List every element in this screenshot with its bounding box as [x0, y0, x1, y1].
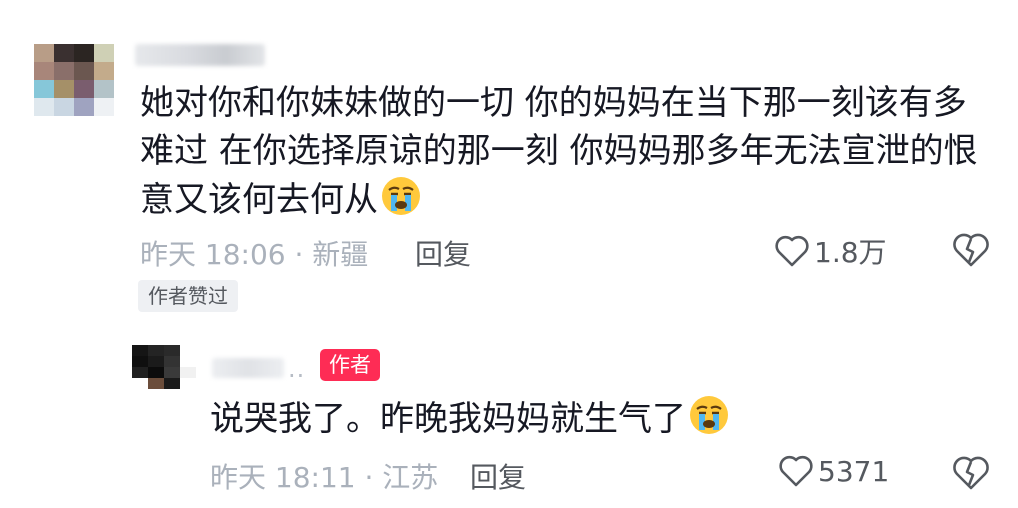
crying-face-icon	[380, 175, 422, 217]
crying-face-icon	[688, 394, 730, 436]
like-count: 5371	[818, 454, 890, 488]
reply-text: 说哭我了。昨晚我妈妈就生气了	[210, 394, 990, 443]
broken-heart-icon	[952, 232, 990, 268]
broken-heart-icon	[952, 455, 990, 491]
reply-time-location: 昨天 18:11 · 江苏	[210, 461, 439, 494]
like-count: 1.8万	[814, 236, 887, 269]
avatar[interactable]	[132, 345, 196, 389]
username-blurred[interactable]	[212, 358, 284, 378]
dislike-button[interactable]	[952, 232, 990, 268]
reply-button[interactable]: 回复	[470, 456, 526, 496]
username-suffix: ..	[288, 355, 306, 383]
comment-time-location: 昨天 18:06 · 新疆	[140, 238, 369, 271]
avatar[interactable]	[34, 44, 114, 116]
heart-icon	[774, 234, 810, 268]
like-button[interactable]: 5371	[778, 454, 889, 488]
username-blurred[interactable]	[135, 44, 265, 66]
author-badge: 作者	[320, 349, 380, 381]
dislike-button[interactable]	[952, 455, 990, 491]
author-liked-badge: 作者赞过	[138, 280, 238, 312]
heart-icon	[778, 454, 814, 488]
like-button[interactable]: 1.8万	[774, 231, 887, 271]
comment-text: 她对你和你妹妹做的一切 你的妈妈在当下那一刻该有多难过 在你选择原谅的那一刻 你…	[140, 83, 978, 220]
reply-button[interactable]: 回复	[415, 233, 471, 273]
